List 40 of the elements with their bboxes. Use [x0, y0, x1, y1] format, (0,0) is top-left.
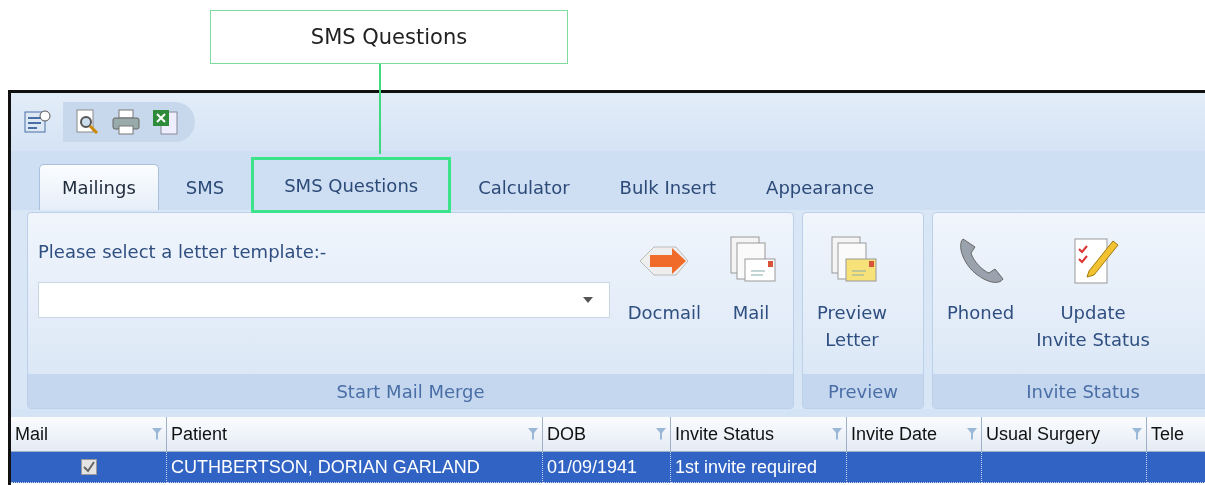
table-cell: 01/09/1941 [543, 452, 671, 483]
spreadsheet-icon[interactable] [151, 108, 179, 136]
column-header[interactable]: Mail [11, 417, 167, 452]
filter-icon[interactable] [832, 428, 842, 440]
ribbon-tab[interactable]: Mailings [39, 164, 159, 210]
filter-icon[interactable] [528, 428, 538, 440]
filter-icon[interactable] [152, 428, 162, 440]
checkbox[interactable] [80, 459, 97, 475]
ribbon-button[interactable]: Docmail [623, 223, 705, 374]
ribbon-button[interactable]: Preview Letter [813, 223, 892, 374]
column-header[interactable]: Tele [1147, 417, 1205, 452]
column-header[interactable]: DOB [543, 417, 671, 452]
print-preview-icon[interactable] [73, 108, 101, 136]
column-header[interactable]: Usual Surgery [982, 417, 1147, 452]
column-header[interactable]: Invite Status [671, 417, 847, 452]
ribbon-button[interactable]: Mail [719, 223, 783, 374]
filter-icon[interactable] [656, 428, 666, 440]
filter-icon[interactable] [1132, 428, 1142, 440]
table-cell: 1st invite required [671, 452, 847, 483]
ribbon-tab[interactable]: SMS [162, 164, 248, 210]
filter-icon[interactable] [967, 428, 977, 440]
table-cell: CUTHBERTSON, DORIAN GARLAND [167, 452, 543, 483]
ribbon-tab[interactable]: Appearance [743, 164, 898, 210]
group-title: Preview [803, 374, 923, 408]
ribbon-tab[interactable]: SMS Questions [251, 157, 452, 213]
template-prompt: Please select a letter template:- [38, 241, 328, 262]
ribbon-tab[interactable]: Calculator [455, 164, 593, 210]
table-cell [1147, 452, 1205, 483]
template-dropdown[interactable] [38, 282, 610, 318]
callout-label: SMS Questions [210, 10, 568, 64]
column-header[interactable]: Patient [167, 417, 543, 452]
group-title: Start Mail Merge [28, 374, 793, 408]
form-icon[interactable] [23, 108, 51, 136]
ribbon-button[interactable]: Update Invite Status [1032, 223, 1154, 374]
group-title: Invite Status [933, 374, 1205, 408]
column-header[interactable]: Invite Date [847, 417, 982, 452]
printer-icon[interactable] [111, 108, 141, 136]
ribbon-button[interactable]: Phoned [943, 223, 1019, 374]
ribbon-tab[interactable]: Bulk Insert [596, 164, 740, 210]
caret-icon [582, 297, 593, 303]
